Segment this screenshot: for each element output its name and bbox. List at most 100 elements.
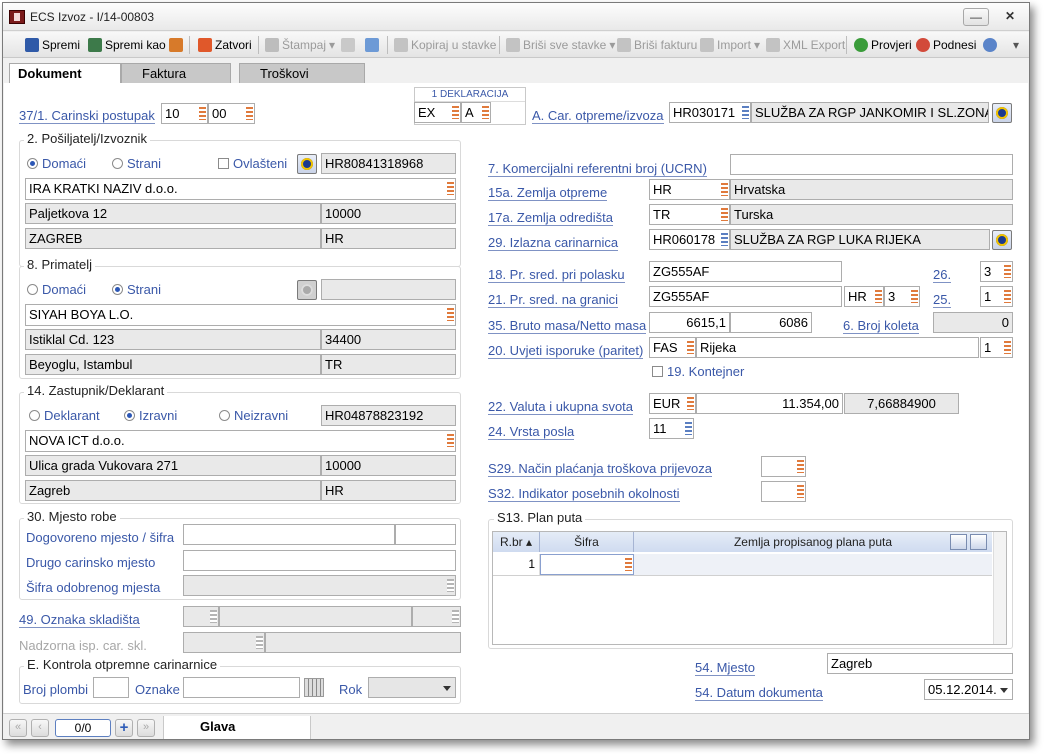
list-icon[interactable] [687, 397, 694, 410]
delivery-terms-code2-field[interactable]: 1 [980, 337, 1013, 358]
consignee-name-field[interactable]: SIYAH BOYA L.O. [25, 304, 456, 326]
transport-payment-field[interactable] [761, 456, 806, 477]
delivery-terms-place-field[interactable]: Rijeka [696, 337, 979, 358]
direct-radio[interactable]: Izravni [124, 408, 177, 423]
border-transport-country-field[interactable]: HR [844, 286, 884, 307]
list-icon[interactable] [721, 233, 728, 246]
list-icon[interactable] [911, 290, 918, 303]
export-office-code-field[interactable]: HR030171 [669, 102, 751, 123]
table-row[interactable]: 1 [493, 554, 992, 576]
list-icon[interactable] [482, 106, 489, 119]
col-rbr-header[interactable]: R.br ▴ [493, 532, 540, 552]
list-icon[interactable] [742, 106, 749, 119]
list-icon[interactable] [685, 422, 692, 435]
tab-troskovi[interactable]: Troškovi [239, 63, 365, 83]
delivery-terms-code-field[interactable]: FAS [649, 337, 696, 358]
preview-button[interactable] [341, 37, 355, 53]
list-icon[interactable] [447, 308, 454, 321]
copy-to-items-button[interactable]: Kopiraj u stavke [394, 37, 496, 53]
field-26-input[interactable]: 3 [980, 261, 1013, 282]
other-customs-place-field[interactable] [183, 550, 456, 571]
close-window-button[interactable]: ✕ [997, 8, 1023, 26]
ucrn-field[interactable] [730, 154, 1013, 175]
save-as-button[interactable]: Spremi kao [88, 37, 166, 53]
agreed-place-code-field[interactable] [395, 524, 456, 545]
declaration-subtype-field[interactable]: A [461, 102, 491, 123]
xml-export-button[interactable]: XML Export [766, 37, 845, 53]
gross-mass-field[interactable]: 6615,1 [649, 312, 730, 333]
validate-button[interactable]: Provjeri [854, 37, 912, 53]
first-record-icon[interactable]: « [9, 719, 27, 737]
info-button[interactable] [983, 37, 997, 53]
eu-lookup-icon[interactable] [992, 230, 1012, 250]
procedure-code2-field[interactable]: 00 [208, 103, 255, 124]
minimize-button[interactable]: — [963, 8, 989, 26]
consignee-foreign-radio[interactable]: Strani [112, 282, 161, 297]
authorized-checkbox[interactable]: Ovlašteni [218, 156, 287, 171]
border-transport-mode-field[interactable]: 3 [884, 286, 920, 307]
place-field[interactable]: Zagreb [827, 653, 1013, 674]
border-transport-field[interactable]: ZG555AF [649, 286, 842, 307]
net-mass-field[interactable]: 6086 [730, 312, 812, 333]
declaration-type-field[interactable]: EX [414, 102, 461, 123]
list-icon[interactable] [797, 485, 804, 498]
list-icon[interactable] [1004, 290, 1011, 303]
list-icon[interactable] [1004, 341, 1011, 354]
list-icon[interactable] [452, 106, 459, 119]
save-button[interactable]: Spremi [25, 37, 80, 53]
col-sifra-header[interactable]: Šifra [540, 532, 634, 552]
list-icon[interactable] [447, 434, 454, 447]
departure-transport-field[interactable]: ZG555AF [649, 261, 842, 282]
list-icon[interactable] [625, 558, 632, 571]
eu-lookup-icon[interactable] [297, 154, 317, 174]
procedure-code1-field[interactable]: 10 [161, 103, 208, 124]
indirect-radio[interactable]: Neizravni [219, 408, 288, 423]
delete-invoice-button[interactable]: Briši fakturu [617, 37, 697, 53]
next-record-icon[interactable]: » [137, 719, 155, 737]
transaction-type-field[interactable]: 11 [649, 418, 694, 439]
seal-count-field[interactable] [93, 677, 129, 698]
list-icon[interactable] [246, 107, 253, 120]
list-icon[interactable] [721, 183, 728, 196]
tab-faktura[interactable]: Faktura [121, 63, 231, 83]
list-icon[interactable] [721, 208, 728, 221]
row-sifra-cell[interactable] [540, 554, 634, 575]
seal-marks-field[interactable] [183, 677, 300, 698]
document-date-picker[interactable]: 05.12.2014. [924, 679, 1013, 700]
representative-name-field[interactable]: NOVA ICT d.o.o. [25, 430, 456, 452]
total-amount-field[interactable]: 11.354,00 [696, 393, 843, 414]
list-icon[interactable] [797, 460, 804, 473]
special-circumstances-field[interactable] [761, 481, 806, 502]
save-close-button[interactable] [169, 37, 183, 53]
exit-office-code-field[interactable]: HR060178 [649, 229, 730, 250]
dispatch-country-code-field[interactable]: HR [649, 179, 730, 200]
sender-name-field[interactable]: IRA KRATKI NAZIV d.o.o. [25, 178, 456, 200]
sender-foreign-radio[interactable]: Strani [112, 156, 161, 171]
list-icon[interactable] [1004, 265, 1011, 278]
import-button[interactable]: Import ▾ [700, 37, 760, 53]
container-checkbox[interactable]: 19. Kontejner [652, 364, 744, 379]
agreed-place-field[interactable] [183, 524, 395, 545]
record-counter[interactable]: 0/0 [55, 719, 111, 737]
delete-row-icon[interactable] [970, 534, 987, 550]
consignee-domestic-radio[interactable]: Domaći [27, 282, 86, 297]
tab-dokument[interactable]: Dokument [9, 63, 121, 83]
document-button[interactable] [365, 37, 379, 53]
add-record-icon[interactable]: + [115, 719, 133, 737]
print-button[interactable]: Štampaj ▾ [265, 37, 335, 53]
currency-code-field[interactable]: EUR [649, 393, 696, 414]
sender-domestic-radio[interactable]: Domaći [27, 156, 86, 171]
close-button[interactable]: Zatvori [198, 37, 252, 53]
delete-all-items-button[interactable]: Briši sve stavke ▾ [506, 37, 615, 53]
destination-country-code-field[interactable]: TR [649, 204, 730, 225]
submit-button[interactable]: Podnesi [916, 37, 976, 53]
tab-glava[interactable]: Glava [163, 716, 311, 739]
toolbar-overflow-icon[interactable]: ▾ [1013, 37, 1019, 53]
col-zemlja-header[interactable]: Zemlja propisanog plana puta [634, 532, 992, 552]
list-icon[interactable] [687, 341, 694, 354]
field-25-input[interactable]: 1 [980, 286, 1013, 307]
declarant-radio[interactable]: Deklarant [29, 408, 100, 423]
add-row-icon[interactable] [950, 534, 967, 550]
grid-picker-icon[interactable] [304, 678, 324, 697]
previous-record-icon[interactable]: ‹ [31, 719, 49, 737]
